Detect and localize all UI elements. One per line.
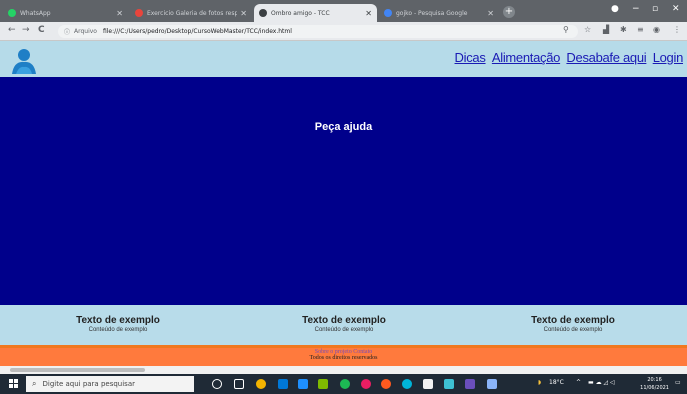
scrollbar-thumb[interactable]	[10, 368, 145, 372]
info-icon[interactable]: ⓘ	[64, 27, 70, 36]
tab-title: Exercicio Galeria de fotos respo	[147, 9, 238, 17]
app-icon[interactable]	[444, 379, 454, 389]
footer-copyright: Todos os direitos reservados	[309, 355, 378, 361]
nav-link-alimentacao[interactable]: Alimentação	[492, 50, 561, 65]
profile-icon[interactable]: ●	[611, 4, 619, 14]
card-title: Texto de exemplo	[302, 315, 386, 326]
tray-icons[interactable]: ▬ ☁ ◿ ◁	[588, 379, 615, 386]
forward-button[interactable]: →	[22, 25, 30, 35]
card-subtitle: Conteúdo de exemplo	[543, 327, 603, 333]
site-header: Dicas Alimentação Desabafe aqui Login	[0, 41, 687, 77]
edge-icon[interactable]	[278, 379, 288, 389]
search-placeholder: Digite aqui para pesquisar	[42, 380, 135, 388]
page-viewport: Dicas Alimentação Desabafe aqui Login Pe…	[0, 41, 687, 366]
close-tab-icon[interactable]: ✕	[487, 9, 494, 18]
tab-ombro-amigo[interactable]: Ombro amigo - TCC ✕	[254, 4, 377, 22]
zoom-icon[interactable]: ⚲	[563, 25, 569, 34]
spotify-icon[interactable]	[340, 379, 350, 389]
nav-link-login[interactable]: Login	[653, 50, 684, 65]
extension-icon[interactable]: ▟	[603, 25, 609, 34]
page-icon	[135, 9, 143, 17]
browser-toolbar: ← → C ⓘ Arquivo file:///C:/Users/pedro/D…	[0, 22, 687, 41]
hero-banner: Peça ajuda	[0, 77, 687, 305]
bookmark-star-icon[interactable]: ☆	[584, 25, 591, 34]
hero-heading: Peça ajuda	[314, 121, 373, 133]
menu-icon[interactable]: ⋮	[673, 25, 681, 34]
card-subtitle: Conteúdo de exemplo	[88, 327, 148, 333]
globe-icon	[259, 9, 267, 17]
card-title: Texto de exemplo	[76, 315, 160, 326]
app-icon[interactable]	[487, 379, 497, 389]
feature-card: Texto de exemplo Conteúdo de exemplo	[493, 315, 653, 333]
vscode-icon[interactable]	[465, 379, 475, 389]
weather-temp[interactable]: 18°C	[549, 379, 564, 386]
app-icon[interactable]	[298, 379, 308, 389]
tab-whatsapp[interactable]: WhatsApp ✕	[3, 4, 128, 22]
tab-title: gojko - Pesquisa Google	[396, 9, 468, 17]
taskbar-search[interactable]: ⌕ Digite aqui para pesquisar	[26, 376, 194, 392]
store-icon[interactable]	[423, 379, 433, 389]
clock-date: 11/06/2021	[640, 385, 669, 391]
task-view-icon[interactable]	[234, 379, 244, 389]
site-logo-icon	[12, 49, 36, 74]
google-icon	[384, 9, 392, 17]
chevron-up-icon[interactable]: ^	[576, 379, 581, 386]
windows-taskbar: ⌕ Digite aqui para pesquisar ◗ 18°C ^ ▬ …	[0, 374, 687, 394]
horizontal-scrollbar[interactable]	[0, 366, 687, 374]
address-bar[interactable]: ⓘ Arquivo file:///C:/Users/pedro/Desktop…	[58, 25, 578, 38]
search-icon: ⌕	[32, 379, 37, 388]
browser-tab-strip: WhatsApp ✕ Exercicio Galeria de fotos re…	[0, 0, 687, 22]
maximize-button[interactable]: ▫	[652, 4, 658, 14]
taskbar-clock[interactable]: 20:16 11/06/2021	[640, 376, 669, 392]
extensions-puzzle-icon[interactable]: ✱	[620, 25, 627, 34]
nav-link-desabafe[interactable]: Desabafe aqui	[566, 50, 646, 65]
nav-link-dicas[interactable]: Dicas	[455, 50, 486, 65]
weather-icon: ◗	[538, 379, 542, 386]
clock-time: 20:16	[647, 377, 662, 383]
cortana-icon[interactable]	[212, 379, 222, 389]
app-icon[interactable]	[402, 379, 412, 389]
notification-icon[interactable]: ▭	[675, 379, 681, 386]
firefox-icon[interactable]	[381, 379, 391, 389]
close-tab-icon[interactable]: ✕	[240, 9, 247, 18]
windows-start-icon[interactable]	[9, 379, 19, 389]
new-tab-button[interactable]: +	[503, 6, 515, 18]
close-window-button[interactable]: ✕	[672, 4, 680, 14]
address-url[interactable]: file:///C:/Users/pedro/Desktop/CursoWebM…	[103, 28, 292, 35]
tab-exercicio[interactable]: Exercicio Galeria de fotos respo ✕	[130, 4, 252, 22]
minimize-button[interactable]: −	[632, 4, 640, 14]
chrome-icon[interactable]	[256, 379, 266, 389]
feature-card: Texto de exemplo Conteúdo de exemplo	[38, 315, 198, 333]
reload-button[interactable]: C	[38, 25, 45, 35]
main-nav: Dicas Alimentação Desabafe aqui Login	[452, 50, 684, 65]
tab-title: Ombro amigo - TCC	[271, 9, 330, 17]
card-title: Texto de exemplo	[531, 315, 615, 326]
card-subtitle: Conteúdo de exemplo	[314, 327, 374, 333]
tab-google-search[interactable]: gojko - Pesquisa Google ✕	[379, 4, 499, 22]
reading-list-icon[interactable]: ≡	[637, 25, 644, 34]
close-tab-icon[interactable]: ✕	[116, 9, 123, 18]
app-icon[interactable]	[318, 379, 328, 389]
app-icon[interactable]	[361, 379, 371, 389]
whatsapp-icon	[8, 9, 16, 17]
address-scheme-label: Arquivo	[74, 28, 97, 35]
close-tab-icon[interactable]: ✕	[365, 9, 372, 18]
back-button[interactable]: ←	[8, 25, 16, 35]
avatar[interactable]: ◉	[653, 25, 660, 34]
site-footer: Sobre o projeto Contato Todos os direito…	[0, 345, 687, 366]
feature-cards: Texto de exemplo Conteúdo de exemplo Tex…	[0, 305, 687, 345]
tab-title: WhatsApp	[20, 9, 51, 17]
feature-card: Texto de exemplo Conteúdo de exemplo	[264, 315, 424, 333]
